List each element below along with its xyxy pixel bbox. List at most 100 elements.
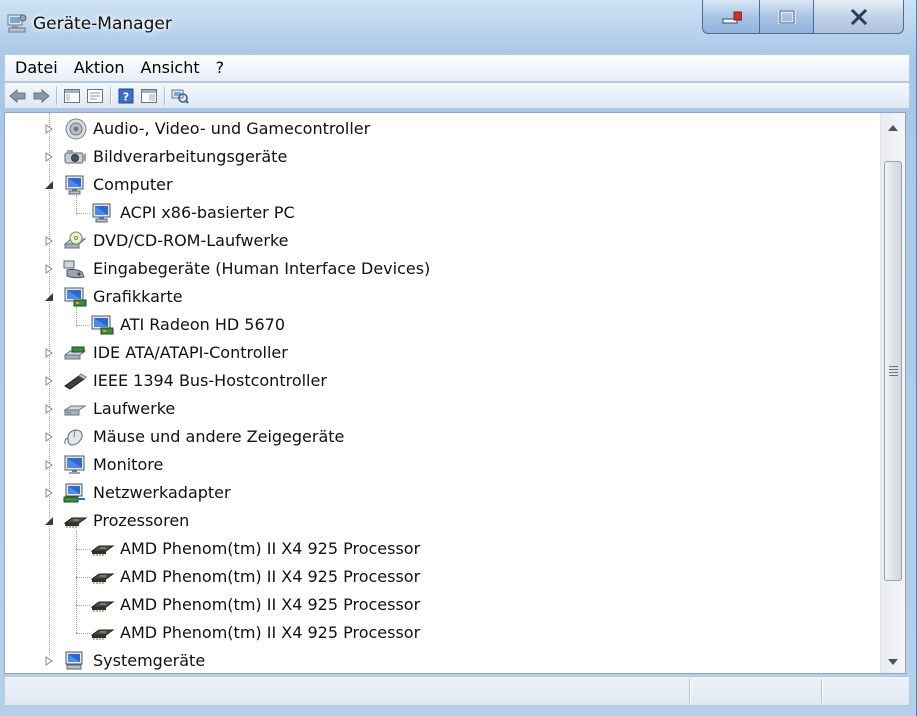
status-pane — [689, 679, 820, 703]
computer-icon — [90, 202, 114, 224]
tree-device-item[interactable]: AMD Phenom(tm) II X4 925 Processor — [5, 591, 881, 619]
maximize-button[interactable] — [760, 0, 814, 34]
toolbar-separator — [164, 86, 165, 105]
tree-category-item[interactable]: IDE ATA/ATAPI-Controller — [5, 339, 881, 367]
scrollbar-grip — [889, 372, 898, 373]
tree-item-label: Laufwerke — [93, 399, 176, 418]
expand-triangle-icon[interactable] — [43, 647, 55, 673]
device-tree-panel: Audio-, Video- und Gamecontroller Bildver… — [4, 112, 906, 674]
tree-category-item[interactable]: DVD/CD-ROM-Laufwerke — [5, 227, 881, 255]
tree-category-item[interactable]: Bildverarbeitungsgeräte — [5, 143, 881, 171]
forward-icon — [33, 88, 50, 103]
collapse-triangle-icon[interactable] — [43, 171, 55, 199]
tree-category-item[interactable]: Audio-, Video- und Gamecontroller — [5, 115, 881, 143]
tree-item-label: Audio-, Video- und Gamecontroller — [93, 119, 371, 138]
expand-triangle-icon[interactable] — [43, 143, 55, 171]
scroll-up-button[interactable] — [881, 117, 905, 139]
console-tree-button[interactable] — [62, 86, 82, 106]
tree-category-item[interactable]: Grafikkarte — [5, 283, 881, 311]
close-button[interactable] — [814, 0, 904, 34]
tree-item-label: Prozessoren — [93, 511, 190, 530]
menu-aktion[interactable]: Aktion — [66, 54, 133, 82]
tree-device-item[interactable]: AMD Phenom(tm) II X4 925 Processor — [5, 563, 881, 591]
window-controls — [702, 0, 904, 36]
tree-item-label: DVD/CD-ROM-Laufwerke — [93, 231, 289, 250]
minimize-icon — [722, 11, 742, 23]
toolbar-separator — [110, 86, 111, 105]
close-icon — [850, 8, 867, 25]
properties-button[interactable] — [85, 86, 105, 106]
tree-item-label: Eingabegeräte (Human Interface Devices) — [93, 259, 431, 278]
tree-category-item[interactable]: Mäuse und andere Zeigegeräte — [5, 423, 881, 451]
chevron-down-icon — [888, 659, 898, 665]
show-hide-button[interactable] — [139, 86, 159, 106]
tree-item-label: Netzwerkadapter — [93, 483, 231, 502]
hid-icon — [63, 258, 87, 280]
menu-help[interactable]: ? — [208, 54, 233, 82]
device-tree: Audio-, Video- und Gamecontroller Bildver… — [5, 113, 881, 673]
tree-item-label: Mäuse und andere Zeigegeräte — [93, 427, 345, 446]
chevron-up-icon — [888, 125, 898, 131]
expand-triangle-icon[interactable] — [43, 255, 55, 283]
collapse-triangle-icon[interactable] — [43, 507, 55, 535]
expand-triangle-icon[interactable] — [43, 367, 55, 395]
tree-connector — [76, 213, 90, 214]
scroll-down-button[interactable] — [881, 651, 905, 673]
minimize-button[interactable] — [702, 0, 760, 34]
tree-item-label: AMD Phenom(tm) II X4 925 Processor — [120, 539, 421, 558]
expand-triangle-icon[interactable] — [43, 451, 55, 479]
tree-category-item[interactable]: Netzwerkadapter — [5, 479, 881, 507]
tree-item-label: IDE ATA/ATAPI-Controller — [93, 343, 288, 362]
scrollbar-grip — [889, 369, 898, 370]
toolbar-separator — [56, 86, 57, 105]
title-bar[interactable]: Geräte-Manager — [0, 0, 916, 48]
vertical-scrollbar[interactable] — [880, 113, 905, 673]
tree-connector — [76, 549, 90, 550]
disk-drive-icon — [63, 398, 87, 420]
menu-bar: Datei Aktion Ansicht ? — [4, 54, 910, 82]
expand-triangle-icon[interactable] — [43, 339, 55, 367]
tree-category-item[interactable]: Computer — [5, 171, 881, 199]
tree-device-item[interactable]: ACPI x86-basierter PC — [5, 199, 881, 227]
tree-category-item[interactable]: Systemgeräte — [5, 647, 881, 673]
tree-item-label: AMD Phenom(tm) II X4 925 Processor — [120, 595, 421, 614]
expand-triangle-icon[interactable] — [43, 423, 55, 451]
scrollbar-thumb[interactable] — [884, 161, 902, 581]
tree-item-label: Computer — [93, 175, 173, 194]
svg-text:?: ? — [123, 90, 129, 103]
tree-connector — [76, 605, 90, 606]
scan-hardware-button[interactable] — [170, 86, 190, 106]
expand-triangle-icon[interactable] — [43, 395, 55, 423]
tree-item-label: Grafikkarte — [93, 287, 183, 306]
show-hide-icon — [141, 88, 157, 103]
expand-triangle-icon[interactable] — [43, 479, 55, 507]
network-adapter-icon — [63, 482, 87, 504]
menu-datei[interactable]: Datei — [5, 54, 66, 82]
device-manager-window: Geräte-Manager Datei Aktion Ansicht ? ? … — [0, 0, 917, 716]
tree-connector — [76, 325, 90, 326]
help-button[interactable]: ? — [116, 86, 136, 106]
expand-triangle-icon[interactable] — [43, 227, 55, 255]
scrollbar-grip — [889, 375, 898, 376]
expand-triangle-icon[interactable] — [43, 115, 55, 143]
tree-device-item[interactable]: AMD Phenom(tm) II X4 925 Processor — [5, 535, 881, 563]
scan-hardware-icon — [171, 89, 189, 104]
forward-button[interactable] — [31, 86, 51, 106]
tree-category-item[interactable]: Prozessoren — [5, 507, 881, 535]
processor-icon — [90, 594, 115, 616]
tree-device-item[interactable]: ATI Radeon HD 5670 — [5, 311, 881, 339]
display-adapter-icon — [63, 286, 87, 308]
system-device-icon — [63, 650, 87, 672]
tree-connector — [76, 633, 90, 634]
dvd-drive-icon — [63, 230, 87, 252]
tree-device-item[interactable]: AMD Phenom(tm) II X4 925 Processor — [5, 619, 881, 647]
speaker-icon — [63, 118, 87, 140]
back-button[interactable] — [8, 86, 28, 106]
collapse-triangle-icon[interactable] — [43, 283, 55, 311]
tree-category-item[interactable]: Eingabegeräte (Human Interface Devices) — [5, 255, 881, 283]
menu-ansicht[interactable]: Ansicht — [133, 54, 208, 82]
status-pane — [821, 679, 912, 703]
tree-category-item[interactable]: Monitore — [5, 451, 881, 479]
tree-category-item[interactable]: IEEE 1394 Bus-Hostcontroller — [5, 367, 881, 395]
tree-category-item[interactable]: Laufwerke — [5, 395, 881, 423]
